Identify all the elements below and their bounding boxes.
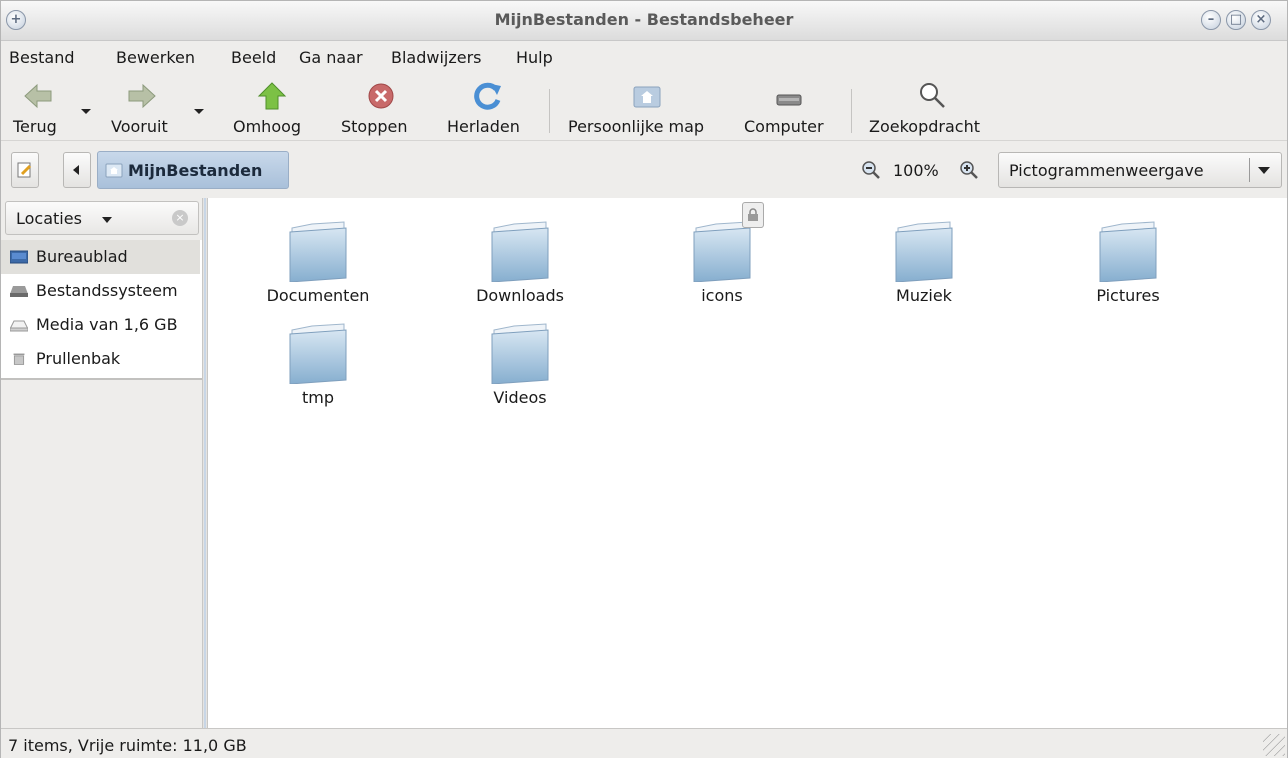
zoom-out-icon[interactable]	[861, 160, 881, 180]
home-button[interactable]: Persoonlijke map	[566, 75, 732, 141]
places-list: Bureaublad Bestandssysteem Media van 1,6…	[1, 240, 202, 380]
menu-bar: Bestand Bewerken Beeld Ga naar Bladwijze…	[1, 41, 1287, 75]
sidebar-item-bureaublad[interactable]: Bureaublad	[1, 240, 200, 274]
title-bar[interactable]: + MijnBestanden - Bestandsbeheer – □ ×	[1, 1, 1287, 41]
forward-arrow-icon	[128, 83, 156, 109]
menu-bestand[interactable]: Bestand	[9, 48, 75, 67]
sidebar-item-bestandssysteem[interactable]: Bestandssysteem	[1, 274, 200, 308]
edit-location-icon	[17, 162, 32, 178]
desktop-icon	[10, 250, 28, 264]
menu-ga-naar[interactable]: Ga naar	[299, 48, 363, 67]
toolbar: Terug Vooruit Omhoog Stoppen Herladen Pe…	[1, 75, 1287, 141]
forward-history-dropdown-icon[interactable]	[194, 109, 204, 114]
sidebar: Locaties × Bureaublad Bestandssysteem Me…	[1, 198, 202, 728]
select-separator	[1249, 158, 1250, 182]
file-name: tmp	[301, 388, 334, 407]
up-button[interactable]: Omhoog	[231, 75, 313, 141]
chevron-down-icon	[1258, 167, 1270, 174]
up-label: Omhoog	[233, 117, 302, 136]
minimize-icon[interactable]: –	[1201, 10, 1221, 30]
back-arrow-icon	[24, 83, 52, 109]
stop-button[interactable]: Stoppen	[339, 75, 423, 141]
back-button[interactable]: Terug	[9, 75, 69, 141]
zoom-level[interactable]: 100%	[893, 161, 939, 180]
search-label: Zoekopdracht	[869, 117, 980, 136]
left-arrow-icon	[73, 165, 79, 175]
file-name: icons	[701, 286, 743, 305]
menu-bewerken[interactable]: Bewerken	[116, 48, 195, 67]
up-arrow-icon	[257, 82, 287, 110]
folder-icon	[289, 323, 347, 384]
file-name: Muziek	[896, 286, 952, 305]
reload-icon	[474, 82, 501, 110]
folder-item-downloads[interactable]: Downloads	[412, 198, 612, 305]
maximize-icon[interactable]: □	[1226, 10, 1246, 30]
stop-icon	[368, 83, 394, 109]
path-button-mijnbestanden[interactable]: MijnBestanden	[97, 151, 289, 189]
folder-item-icons[interactable]: icons	[614, 198, 814, 305]
folder-icon	[895, 221, 953, 282]
reload-button[interactable]: Herladen	[447, 75, 533, 141]
chevron-down-icon	[102, 217, 112, 223]
folder-item-videos[interactable]: Videos	[412, 300, 612, 407]
trash-icon	[13, 353, 25, 365]
sidebar-item-label: Bureaublad	[36, 247, 128, 266]
sidebar-title: Locaties	[16, 209, 82, 228]
back-label: Terug	[13, 117, 57, 136]
file-name: Videos	[493, 388, 547, 407]
sidebar-item-media[interactable]: Media van 1,6 GB	[1, 308, 200, 342]
removable-drive-icon	[10, 320, 28, 332]
folder-item-muziek[interactable]: Muziek	[816, 198, 1016, 305]
view-mode-value: Pictogrammenweergave	[1009, 161, 1204, 180]
location-edit-toggle-button[interactable]	[11, 152, 39, 188]
sidebar-item-label: Media van 1,6 GB	[36, 315, 178, 334]
zoom-in-icon[interactable]	[959, 160, 979, 180]
menu-beeld[interactable]: Beeld	[231, 48, 276, 67]
path-label: MijnBestanden	[128, 161, 263, 180]
close-icon[interactable]: ×	[1251, 10, 1271, 30]
stop-label: Stoppen	[341, 117, 408, 136]
close-sidebar-icon[interactable]: ×	[172, 210, 188, 226]
sidebar-item-prullenbak[interactable]: Prullenbak	[1, 342, 200, 376]
home-folder-icon	[105, 163, 123, 178]
home-folder-icon	[633, 86, 661, 108]
sidebar-type-selector[interactable]: Locaties ×	[5, 201, 199, 235]
toolbar-separator	[851, 89, 852, 133]
menu-hulp[interactable]: Hulp	[516, 48, 553, 67]
file-name: Pictures	[1096, 286, 1160, 305]
search-icon	[920, 83, 945, 108]
search-button[interactable]: Zoekopdracht	[867, 75, 1003, 141]
icon-view: Documenten Downloads icons Muziek Pictur…	[208, 198, 1287, 728]
home-label: Persoonlijke map	[568, 117, 705, 136]
file-manager-window: + MijnBestanden - Bestandsbeheer – □ × B…	[0, 0, 1288, 758]
harddisk-icon	[10, 286, 28, 297]
folder-item-documenten[interactable]: Documenten	[210, 198, 410, 305]
status-bar: 7 items, Vrije ruimte: 11,0 GB	[1, 728, 1287, 758]
window-title: MijnBestanden - Bestandsbeheer	[494, 10, 794, 29]
folder-item-tmp[interactable]: tmp	[210, 300, 410, 407]
forward-label: Vooruit	[111, 117, 168, 136]
lock-icon	[742, 202, 764, 228]
menu-bladwijzers[interactable]: Bladwijzers	[391, 48, 482, 67]
reload-label: Herladen	[447, 117, 520, 136]
folder-icon	[289, 221, 347, 282]
computer-label: Computer	[744, 117, 824, 136]
path-scroll-left-button[interactable]	[63, 152, 91, 188]
back-history-dropdown-icon[interactable]	[81, 109, 91, 114]
sidebar-item-label: Bestandssysteem	[36, 281, 178, 300]
folder-icon	[491, 323, 549, 384]
folder-item-pictures[interactable]: Pictures	[1020, 198, 1220, 305]
computer-button[interactable]: Computer	[742, 75, 840, 141]
computer-drive-icon	[776, 94, 802, 106]
status-text: 7 items, Vrije ruimte: 11,0 GB	[8, 736, 247, 755]
view-mode-select[interactable]: Pictogrammenweergave	[998, 152, 1282, 188]
sidebar-item-label: Prullenbak	[36, 349, 121, 368]
resize-grip[interactable]	[1263, 734, 1285, 756]
forward-button[interactable]: Vooruit	[109, 75, 179, 141]
toolbar-separator	[549, 89, 550, 133]
folder-icon	[491, 221, 549, 282]
location-bar: MijnBestanden 100% Pictogrammenweergave	[1, 142, 1287, 196]
folder-icon	[1099, 221, 1157, 282]
